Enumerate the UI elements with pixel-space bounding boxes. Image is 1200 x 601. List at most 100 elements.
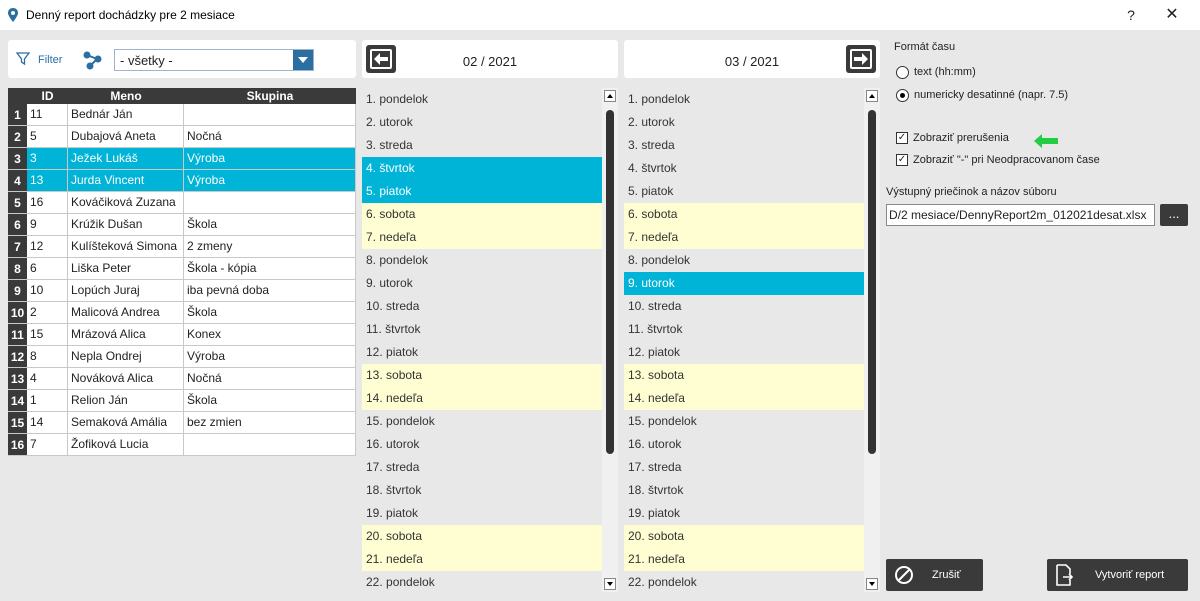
checkbox-checked[interactable]: ✓	[896, 132, 908, 144]
radio-text-label: text (hh:mm)	[914, 66, 976, 78]
day-item[interactable]: 15. pondelok	[624, 410, 864, 433]
header-id[interactable]: ID	[27, 88, 68, 104]
cancel-button[interactable]: Zrušiť	[886, 559, 983, 591]
day-item[interactable]: 3. streda	[624, 134, 864, 157]
app-location-icon	[8, 8, 18, 22]
day-item[interactable]: 14. nedeľa	[362, 387, 602, 410]
day-item[interactable]: 2. utorok	[362, 111, 602, 134]
day-item[interactable]: 9. utorok	[362, 272, 602, 295]
day-item[interactable]: 4. štvrtok	[362, 157, 602, 180]
group-select[interactable]: - všetky -	[114, 49, 314, 71]
day-item[interactable]: 18. štvrtok	[362, 479, 602, 502]
radio-text-format[interactable]: text (hh:mm)	[896, 65, 1196, 81]
filter-icon[interactable]	[16, 52, 30, 66]
row-number: 5	[8, 192, 27, 213]
day-item[interactable]: 10. streda	[624, 295, 864, 318]
day-item[interactable]: 19. piatok	[362, 502, 602, 525]
day-item[interactable]: 19. piatok	[624, 502, 864, 525]
table-row[interactable]: 15 14 Semaková Amália bez zmien	[8, 412, 356, 434]
table-row[interactable]: 1 11 Bednár Ján	[8, 104, 356, 126]
table-row[interactable]: 14 1 Relion Ján Škola	[8, 390, 356, 412]
scroll-down-button[interactable]	[604, 578, 616, 590]
day-item[interactable]: 15. pondelok	[362, 410, 602, 433]
table-row[interactable]: 4 13 Jurda Vincent Výroba	[8, 170, 356, 192]
day-item[interactable]: 2. utorok	[624, 111, 864, 134]
scroll-up-button[interactable]	[604, 90, 616, 102]
day-item[interactable]: 22. pondelok	[362, 571, 602, 592]
day-item[interactable]: 9. utorok	[624, 272, 864, 295]
day-item[interactable]: 13. sobota	[362, 364, 602, 387]
scroll-up-button[interactable]	[866, 90, 878, 102]
table-row[interactable]: 6 9 Krúžik Dušan Škola	[8, 214, 356, 236]
close-button[interactable]: ✕	[1161, 4, 1183, 26]
filter-label[interactable]: Filter	[38, 54, 62, 66]
day-item[interactable]: 13. sobota	[624, 364, 864, 387]
groups-icon[interactable]	[82, 49, 104, 71]
day-item[interactable]: 16. utorok	[624, 433, 864, 456]
checkbox-checked[interactable]: ✓	[896, 154, 908, 166]
day-item[interactable]: 17. streda	[362, 456, 602, 479]
day-item[interactable]: 6. sobota	[362, 203, 602, 226]
month2-scrollbar[interactable]	[864, 88, 880, 592]
day-item[interactable]: 1. pondelok	[624, 88, 864, 111]
header-group[interactable]: Skupina	[184, 88, 356, 104]
table-row[interactable]: 8 6 Liška Peter Škola - kópia	[8, 258, 356, 280]
day-item[interactable]: 10. streda	[362, 295, 602, 318]
table-row[interactable]: 7 12 Kulíšteková Simona 2 zmeny	[8, 236, 356, 258]
day-item[interactable]: 8. pondelok	[362, 249, 602, 272]
day-item[interactable]: 21. nedeľa	[362, 548, 602, 571]
report-dialog: Denný report dochádzky pre 2 mesiace ? ✕…	[0, 0, 1200, 601]
day-item[interactable]: 17. streda	[624, 456, 864, 479]
day-item[interactable]: 20. sobota	[624, 525, 864, 548]
day-item[interactable]: 20. sobota	[362, 525, 602, 548]
browse-button[interactable]: ...	[1160, 204, 1188, 226]
day-item[interactable]: 8. pondelok	[624, 249, 864, 272]
checkbox-show-dash[interactable]: ✓ Zobraziť "-" pri Neodpracovanom čase	[896, 153, 1196, 169]
scroll-down-button[interactable]	[866, 578, 878, 590]
output-path-input[interactable]: D/2 mesiace/DennyReport2m_012021desat.xl…	[886, 204, 1155, 226]
day-item[interactable]: 12. piatok	[624, 341, 864, 364]
help-button[interactable]: ?	[1120, 4, 1142, 26]
table-row[interactable]: 11 15 Mrázová Alica Konex	[8, 324, 356, 346]
table-row[interactable]: 9 10 Lopúch Juraj iba pevná doba	[8, 280, 356, 302]
radio-dot[interactable]	[896, 66, 909, 79]
create-report-button[interactable]: Vytvoriť report	[1047, 559, 1188, 591]
day-item[interactable]: 12. piatok	[362, 341, 602, 364]
day-item[interactable]: 22. pondelok	[624, 571, 864, 592]
table-row[interactable]: 3 3 Ježek Lukáš Výroba	[8, 148, 356, 170]
header-name[interactable]: Meno	[68, 88, 184, 104]
table-row[interactable]: 13 4 Nováková Alica Nočná	[8, 368, 356, 390]
table-row[interactable]: 16 7 Žofiková Lucia	[8, 434, 356, 456]
group-select-value: - všetky -	[120, 53, 173, 68]
table-row[interactable]: 5 16 Kováčiková Zuzana	[8, 192, 356, 214]
day-item[interactable]: 5. piatok	[362, 180, 602, 203]
next-month-button[interactable]	[846, 45, 876, 73]
cell-name: Krúžik Dušan	[68, 214, 184, 235]
cell-id: 6	[27, 258, 68, 279]
day-item[interactable]: 14. nedeľa	[624, 387, 864, 410]
day-item[interactable]: 3. streda	[362, 134, 602, 157]
day-item[interactable]: 7. nedeľa	[624, 226, 864, 249]
day-item[interactable]: 21. nedeľa	[624, 548, 864, 571]
table-row[interactable]: 2 5 Dubajová Aneta Nočná	[8, 126, 356, 148]
cell-group: Škola	[184, 390, 356, 411]
day-item[interactable]: 1. pondelok	[362, 88, 602, 111]
chevron-down-icon[interactable]	[293, 50, 313, 70]
day-item[interactable]: 18. štvrtok	[624, 479, 864, 502]
day-item[interactable]: 4. štvrtok	[624, 157, 864, 180]
scroll-thumb[interactable]	[606, 110, 614, 454]
cell-group: iba pevná doba	[184, 280, 356, 301]
month1-scrollbar[interactable]	[602, 88, 618, 592]
day-item[interactable]: 5. piatok	[624, 180, 864, 203]
table-row[interactable]: 10 2 Malicová Andrea Škola	[8, 302, 356, 324]
scroll-thumb[interactable]	[868, 110, 876, 454]
table-row[interactable]: 12 8 Nepla Ondrej Výroba	[8, 346, 356, 368]
day-item[interactable]: 11. štvrtok	[362, 318, 602, 341]
day-item[interactable]: 7. nedeľa	[362, 226, 602, 249]
day-item[interactable]: 11. štvrtok	[624, 318, 864, 341]
day-item[interactable]: 16. utorok	[362, 433, 602, 456]
radio-numeric-format[interactable]: numericky desatinné (napr. 7.5)	[896, 88, 1196, 104]
row-number: 15	[8, 412, 27, 433]
radio-dot-checked[interactable]	[896, 89, 909, 102]
day-item[interactable]: 6. sobota	[624, 203, 864, 226]
